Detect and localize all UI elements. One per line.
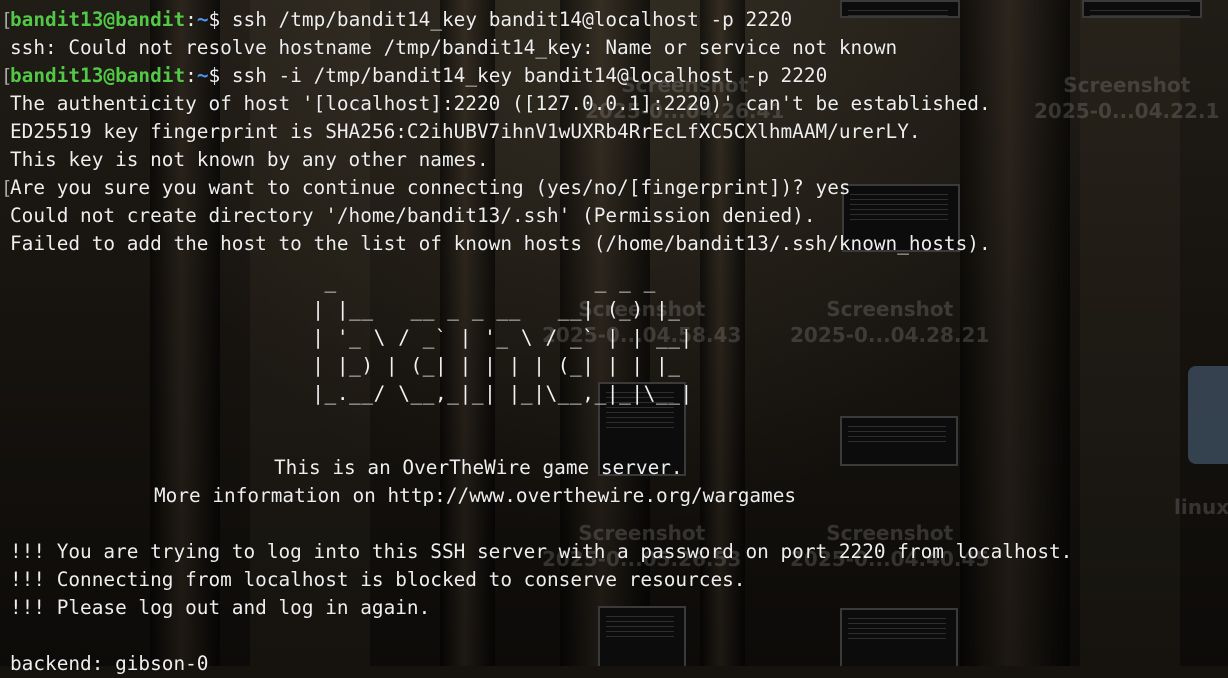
- command-text: ssh -i /tmp/bandit14_key bandit14@localh…: [220, 64, 828, 87]
- prompt-user: bandit13@bandit: [10, 8, 186, 31]
- output-line: ssh: Could not resolve hostname /tmp/ban…: [10, 36, 898, 59]
- prompt-colon: :: [185, 8, 197, 31]
- prompt-path: ~: [196, 64, 209, 87]
- prompt-colon: :: [185, 64, 197, 87]
- warning-line: !!! Please log out and log in again.: [10, 596, 431, 619]
- output-line: The authenticity of host '[localhost]:22…: [10, 92, 991, 115]
- output-line: Could not create directory '/home/bandit…: [10, 204, 816, 227]
- output-line: Are you sure you want to continue connec…: [10, 176, 851, 199]
- ascii-banner-row: | |_) | (_| | | | | (_| | | |_: [300, 354, 693, 377]
- output-line: This key is not known by any other names…: [10, 148, 489, 171]
- motd-line: More information on http://www.overthewi…: [154, 484, 797, 507]
- command-text: ssh /tmp/bandit14_key bandit14@localhost…: [220, 8, 793, 31]
- output-line: ED25519 key fingerprint is SHA256:C2ihUB…: [10, 120, 921, 143]
- prompt-symbol: $: [208, 64, 221, 87]
- prompt-user: bandit13@bandit: [10, 64, 186, 87]
- prompt-symbol: $: [208, 8, 221, 31]
- prompt-line: bandit13@bandit:~$ ssh -i /tmp/bandit14_…: [10, 62, 827, 90]
- ascii-banner-row: | |__ __ _ _ __ __| (_) |_: [300, 298, 693, 321]
- ascii-banner-row: | '_ \ / _` | '_ \ / _` | | __|: [300, 326, 693, 349]
- backend-line: backend: gibson-0: [10, 652, 209, 675]
- warning-line: !!! You are trying to log into this SSH …: [10, 540, 1073, 563]
- prompt-path: ~: [196, 8, 209, 31]
- ascii-banner-row: |_.__/ \__,_|_| |_|\__,_|_|\__|: [300, 382, 693, 405]
- motd-line: This is an OverTheWire game server.: [274, 456, 683, 479]
- output-line: Failed to add the host to the list of kn…: [10, 232, 991, 255]
- prompt-line: bandit13@bandit:~$ ssh /tmp/bandit14_key…: [10, 6, 792, 34]
- warning-line: !!! Connecting from localhost is blocked…: [10, 568, 746, 591]
- ascii-banner-row: _ _ _ _: [300, 270, 693, 293]
- terminal-window[interactable]: [ bandit13@bandit:~$ ssh /tmp/bandit14_k…: [0, 0, 1228, 675]
